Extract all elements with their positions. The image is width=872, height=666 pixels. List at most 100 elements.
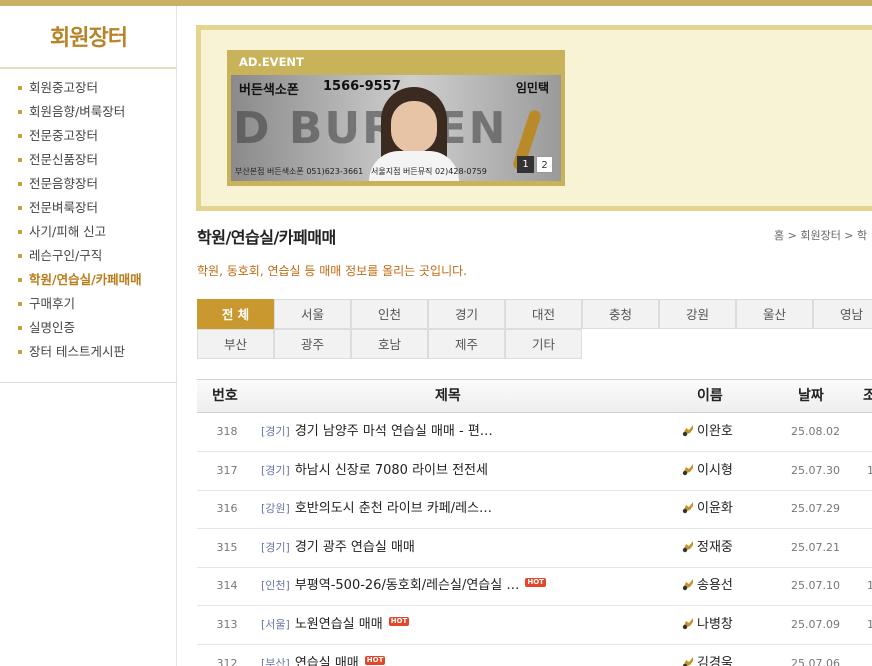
post-author[interactable]: 이윤화 (681, 490, 733, 528)
ad-brand: 버든색소폰 (239, 83, 299, 98)
sidebar-item-label: 사기/피해 신고 (29, 224, 107, 239)
category-tab[interactable]: 광주 (274, 329, 351, 359)
sidebar-title: 회원장터 (50, 26, 128, 51)
hot-badge: HOT (364, 655, 386, 665)
post-subject-text[interactable]: 노원연습실 매매 (295, 617, 383, 632)
sidebar-item[interactable]: 전문벼룩장터 (18, 196, 142, 220)
breadcrumb[interactable]: 홈 > 회원장터 > 학 (774, 227, 867, 243)
sidebar-item-label: 실명인증 (29, 320, 76, 335)
post-subject-link[interactable]: [인천] 부평역-500-26/동호회/레슨실/연습실 … HOT (261, 567, 546, 605)
post-category-tag: [부산] (261, 656, 290, 666)
ad-banner-image[interactable]: D BURDEN 버든색소폰 1566-9557 임민택 부산본점 버든색소폰 … (231, 75, 561, 181)
post-number: 318 (216, 425, 238, 438)
sidebar-item-label: 회원음향/벼룩장터 (29, 104, 126, 119)
table-row[interactable]: 312 [부산] 연습실 매매 HOT 김경욱 25.07.06 (197, 645, 872, 666)
post-subject-text[interactable]: 하남시 신장로 7080 라이브 전전세 (295, 463, 488, 478)
sidebar-item[interactable]: 전문신품장터 (18, 148, 142, 172)
sidebar-item-label: 전문벼룩장터 (29, 200, 99, 215)
sidebar-item[interactable]: 레슨구인/구직 (18, 244, 142, 268)
bullet-icon (18, 134, 22, 138)
post-subject-link[interactable]: [강원] 호반의도시 춘천 라이브 카페/레스… (261, 490, 492, 528)
post-author-name: 이윤화 (697, 501, 733, 517)
sidebar-item-label: 학원/연습실/카페매매 (29, 272, 142, 287)
post-date: 25.07.29 (791, 502, 840, 516)
post-subject-text[interactable]: 부평역-500-26/동호회/레슨실/연습실 … (295, 578, 520, 593)
post-author[interactable]: 김경욱 (681, 645, 733, 666)
table-row[interactable]: 314 [인천] 부평역-500-26/동호회/레슨실/연습실 … HOT 송용선 25.… (197, 567, 872, 607)
post-author-name: 정재중 (697, 539, 733, 555)
post-number: 315 (216, 540, 238, 554)
member-level-icon (682, 463, 693, 475)
post-category-tag: [경기] (261, 540, 290, 554)
post-number: 316 (216, 502, 238, 516)
post-author[interactable]: 송용선 (681, 567, 733, 605)
bullet-icon (18, 110, 22, 114)
sidebar-item-label: 장터 테스트게시판 (29, 344, 125, 359)
post-author[interactable]: 이완호 (681, 413, 733, 451)
sidebar-item[interactable]: 전문음향장터 (18, 172, 142, 196)
category-tab[interactable]: 충청 (582, 299, 659, 329)
bullet-icon (18, 278, 22, 282)
sidebar-item[interactable]: 회원음향/벼룩장터 (18, 100, 142, 124)
ad-person-name: 임민택 (515, 81, 549, 95)
sidebar: 회원장터 회원중고장터회원음향/벼룩장터전문중고장터전문신품장터 전문음향장터전문… (0, 6, 177, 666)
sidebar-item[interactable]: 실명인증 (18, 316, 142, 340)
sidebar-item[interactable]: 학원/연습실/카페매매 (18, 268, 142, 292)
ad-page-2-button[interactable]: 2 (536, 156, 553, 173)
header-num: 번호 (212, 388, 238, 404)
category-tab[interactable]: 부산 (197, 329, 274, 359)
post-author-name: 이시형 (697, 462, 733, 478)
category-tab[interactable]: 영남 (813, 299, 872, 329)
post-subject-link[interactable]: [경기] 하남시 신장로 7080 라이브 전전세 (261, 452, 488, 490)
sidebar-item-label: 전문중고장터 (29, 128, 99, 143)
sidebar-item[interactable]: 장터 테스트게시판 (18, 340, 142, 364)
category-tab[interactable]: 울산 (736, 299, 813, 329)
ad-person-face (391, 101, 437, 153)
category-tab[interactable]: 인천 (351, 299, 428, 329)
sidebar-item[interactable]: 전문중고장터 (18, 124, 142, 148)
post-subject-text[interactable]: 경기 광주 연습실 매매 (295, 540, 415, 555)
post-category-tag: [강원] (261, 502, 290, 516)
sidebar-item-label: 레슨구인/구직 (29, 248, 103, 263)
category-tab[interactable]: 제주 (428, 329, 505, 359)
sidebar-title-divider (0, 67, 177, 69)
post-subject-link[interactable]: [경기] 경기 광주 연습실 매매 (261, 529, 415, 567)
post-subject-text[interactable]: 경기 남양주 마석 연습실 매매 - 편… (295, 424, 493, 439)
header-hits: 조 (863, 388, 872, 404)
table-row[interactable]: 318 [경기] 경기 남양주 마석 연습실 매매 - 편… 이완호 25.08.02 (197, 413, 872, 452)
post-subject-text[interactable]: 연습실 매매 (295, 656, 359, 666)
ad-banner-box: AD.EVENT D BURDEN 버든색소폰 1566-9557 임민택 부산… (196, 25, 872, 211)
post-number: 313 (216, 618, 238, 631)
header-name: 이름 (697, 388, 723, 404)
sidebar-item[interactable]: 사기/피해 신고 (18, 220, 142, 244)
ad-footer-right: 서울지점 버든뮤직 02)428-0759 (371, 167, 487, 176)
sidebar-item[interactable]: 구매후기 (18, 292, 142, 316)
bullet-icon (18, 206, 22, 210)
post-author[interactable]: 나병창 (681, 606, 733, 644)
category-tab[interactable]: 경기 (428, 299, 505, 329)
category-tab[interactable]: 서울 (274, 299, 351, 329)
sidebar-item[interactable]: 회원중고장터 (18, 76, 142, 100)
ad-page-1-button[interactable]: 1 (517, 156, 534, 173)
sidebar-item-label: 구매후기 (29, 296, 76, 311)
category-tab[interactable]: 대전 (505, 299, 582, 329)
post-subject-link[interactable]: [경기] 경기 남양주 마석 연습실 매매 - 편… (261, 413, 493, 451)
header-date: 날짜 (798, 388, 824, 404)
post-author[interactable]: 정재중 (681, 529, 733, 567)
member-level-icon (682, 656, 693, 666)
table-row[interactable]: 317 [경기] 하남시 신장로 7080 라이브 전전세 이시형 25.07.30 1 (197, 452, 872, 491)
post-subject-link[interactable]: [부산] 연습실 매매 HOT (261, 645, 386, 666)
category-tab[interactable]: 강원 (659, 299, 736, 329)
bullet-icon (18, 182, 22, 186)
category-tab[interactable]: 전 체 (197, 299, 274, 329)
ad-footer-left: 부산본점 버든색소폰 051)623-3661 (235, 167, 364, 176)
post-author[interactable]: 이시형 (681, 452, 733, 490)
table-row[interactable]: 315 [경기] 경기 광주 연습실 매매 정재중 25.07.21 (197, 529, 872, 568)
table-row[interactable]: 313 [서울] 노원연습실 매매 HOT 나병창 25.07.09 1 (197, 606, 872, 645)
table-row[interactable]: 316 [강원] 호반의도시 춘천 라이브 카페/레스… 이윤화 25.07.29 (197, 490, 872, 530)
category-tab[interactable]: 호남 (351, 329, 428, 359)
post-subject-link[interactable]: [서울] 노원연습실 매매 HOT (261, 606, 410, 644)
post-subject-text[interactable]: 호반의도시 춘천 라이브 카페/레스… (295, 501, 492, 516)
category-tab[interactable]: 기타 (505, 329, 582, 359)
member-level-icon (682, 425, 693, 437)
